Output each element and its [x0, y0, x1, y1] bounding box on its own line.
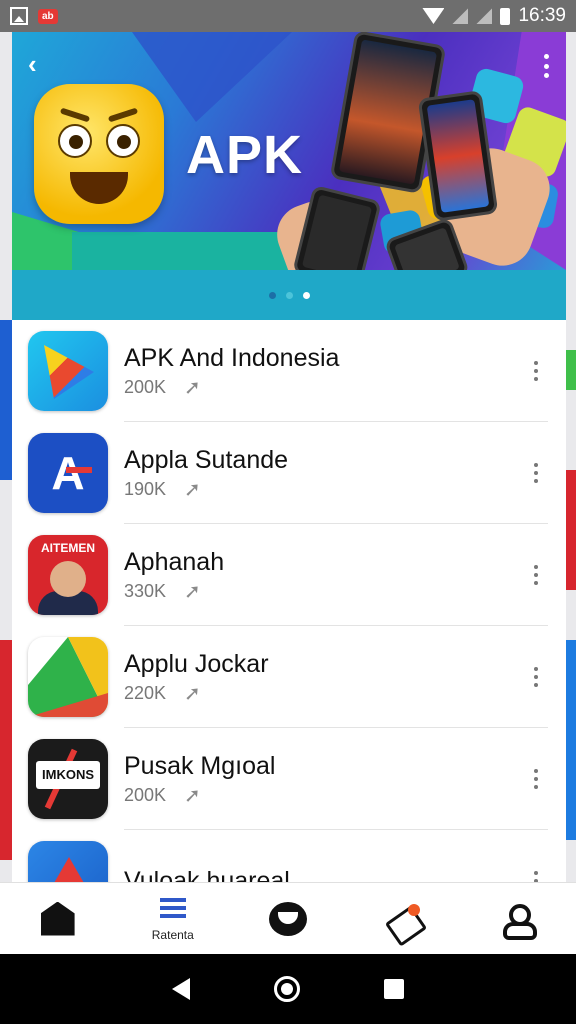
banner-title: APK [186, 125, 304, 185]
chat-icon [268, 901, 307, 936]
signal-icon [452, 8, 469, 24]
app-title: Applu Jockar [124, 649, 269, 678]
more-options-icon[interactable] [532, 871, 540, 882]
home-icon [40, 901, 75, 936]
banner-pager [12, 270, 566, 320]
list-item[interactable]: A Appla Sutande 190K ➚ [12, 422, 566, 524]
nav-chat[interactable] [248, 887, 328, 951]
system-recents-icon[interactable] [384, 979, 404, 999]
app-title: Appla Sutande [124, 445, 289, 474]
nav-home[interactable] [18, 887, 98, 951]
bottom-navigation: Ratenta [0, 882, 576, 954]
share-icon: ➚ [184, 478, 201, 501]
profile-icon [501, 902, 538, 940]
app-title: Vuloak huareal [124, 867, 290, 882]
backdrop-right-blue [566, 640, 576, 840]
app-notification-badge: ab [38, 8, 58, 24]
backdrop-right-red [566, 470, 576, 590]
backdrop-left-red [0, 640, 12, 860]
battery-icon [500, 7, 511, 25]
nav-ratenta[interactable]: Ratenta [133, 887, 213, 951]
emoji-brow [59, 107, 91, 123]
nav-profile[interactable] [478, 887, 558, 951]
red-poster-icon: AITEMEN [28, 535, 108, 615]
tag-icon [386, 902, 421, 936]
more-options-icon[interactable] [532, 463, 540, 483]
main-card: APK ‹ APK And Indonesia 200K ➚ A Appla S… [12, 32, 566, 882]
green-drive-icon [28, 637, 108, 717]
emoji-eye [58, 124, 92, 158]
pager-dot[interactable] [285, 291, 293, 299]
wifi-icon [422, 8, 445, 24]
download-count: 220K [124, 682, 167, 703]
share-icon: ➚ [184, 580, 201, 603]
nav-label: Ratenta [151, 927, 194, 942]
gallery-notification-icon [10, 7, 28, 25]
pager-dot[interactable] [268, 291, 276, 299]
emoji-brow [107, 107, 139, 123]
backdrop-right-green [566, 350, 576, 390]
app-title: Aphanah [124, 547, 225, 576]
download-count: 200K [124, 784, 167, 805]
icon-text: IMKONS [36, 761, 100, 789]
app-list: APK And Indonesia 200K ➚ A Appla Sutande… [12, 320, 566, 882]
phone-illustration [292, 184, 382, 270]
system-home-icon[interactable] [274, 976, 300, 1002]
back-arrow-icon[interactable]: ‹ [28, 50, 56, 78]
status-bar: ab 16:39 [0, 0, 576, 32]
nav-tags[interactable] [363, 887, 443, 951]
share-icon: ➚ [184, 682, 201, 705]
download-count: 330K [124, 580, 167, 601]
promo-banner[interactable]: APK ‹ [12, 32, 566, 270]
banner-facet [72, 232, 292, 270]
system-navigation-bar [0, 954, 576, 1024]
status-time: 16:39 [518, 5, 566, 26]
share-icon: ➚ [184, 376, 201, 399]
black-plate-icon: IMKONS [28, 739, 108, 819]
signal-icon-2 [476, 8, 493, 24]
share-icon: ➚ [184, 784, 201, 807]
list-item[interactable]: AITEMEN Aphanah 330K ➚ [12, 524, 566, 626]
system-back-icon[interactable] [172, 978, 190, 1000]
emoji-mouth [70, 172, 128, 204]
chevrons-icon [156, 896, 190, 926]
more-options-icon[interactable] [532, 565, 540, 585]
pager-dot-active[interactable] [302, 291, 310, 299]
list-item[interactable]: APK And Indonesia 200K ➚ [12, 320, 566, 422]
list-item[interactable]: Vuloak huareal [12, 830, 566, 882]
list-item[interactable]: Applu Jockar 220K ➚ [12, 626, 566, 728]
more-options-icon[interactable] [532, 667, 540, 687]
backdrop-left-blue [0, 320, 12, 480]
more-options-icon[interactable] [532, 361, 540, 381]
colorful-triangle-icon [28, 331, 108, 411]
app-title: APK And Indonesia [124, 343, 340, 372]
blue-letter-icon: A [28, 433, 108, 513]
download-count: 190K [124, 478, 167, 499]
icon-text: AITEMEN [41, 541, 95, 555]
emoji-eye [106, 124, 140, 158]
overflow-menu-icon[interactable] [542, 54, 550, 78]
list-item[interactable]: IMKONS Pusak Mgıoal 200K ➚ [12, 728, 566, 830]
more-options-icon[interactable] [532, 769, 540, 789]
download-count: 200K [124, 376, 167, 397]
app-title: Pusak Mgıoal [124, 751, 276, 780]
emoji-mascot [34, 84, 164, 224]
blue-red-triangle-icon [28, 841, 108, 882]
